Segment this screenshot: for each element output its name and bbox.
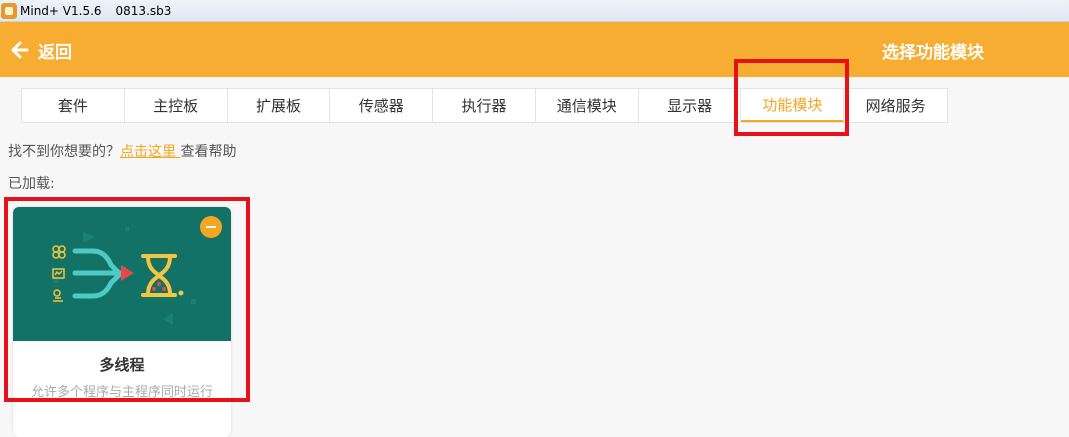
tab-sensors[interactable]: 传感器 (330, 89, 434, 122)
loaded-label: 已加载: (8, 176, 55, 192)
window-titlebar: Mind+ V1.5.6 0813.sb3 (0, 0, 1069, 22)
tab-expansion-boards[interactable]: 扩展板 (228, 89, 331, 122)
window-title-app: Mind+ V1.5.6 (20, 3, 102, 18)
back-label: 返回 (38, 42, 72, 63)
remove-extension-button[interactable] (200, 216, 222, 238)
tab-main-boards[interactable]: 主控板 (125, 89, 228, 122)
tab-kits[interactable]: 套件 (22, 89, 125, 122)
header-bar: 返回 选择功能模块 (0, 22, 1069, 77)
tab-displays[interactable]: 显示器 (639, 89, 742, 122)
back-button[interactable]: 返回 (11, 38, 72, 63)
window-title-file: 0813.sb3 (115, 3, 172, 18)
tab-function-modules[interactable]: 功能模块 (741, 89, 845, 122)
extension-card[interactable]: 多线程 允许多个程序与主程序同时运行 (13, 207, 231, 437)
help-prefix: 找不到你想要的？ (8, 144, 120, 160)
extension-description: 允许多个程序与主程序同时运行 (30, 385, 213, 400)
extension-name: 多线程 (99, 356, 145, 374)
help-suffix: 查看帮助 (180, 144, 237, 160)
help-text: 找不到你想要的？点击这里 查看帮助 (8, 141, 236, 161)
tab-network-services[interactable]: 网络服务 (844, 89, 947, 122)
mindplus-app-icon (1, 2, 17, 19)
tab-communication[interactable]: 通信模块 (536, 89, 639, 122)
category-tabs: 套件 主控板 扩展板 传感器 执行器 通信模块 显示器 功能模块 网络服务 (21, 88, 948, 123)
page-title: 选择功能模块 (882, 43, 984, 63)
hourglass-threads-icon (52, 227, 196, 325)
arrow-left-icon (11, 41, 29, 59)
help-link[interactable]: 点击这里 (120, 144, 180, 160)
tab-actuators[interactable]: 执行器 (433, 89, 536, 122)
extension-card-image (13, 207, 231, 341)
